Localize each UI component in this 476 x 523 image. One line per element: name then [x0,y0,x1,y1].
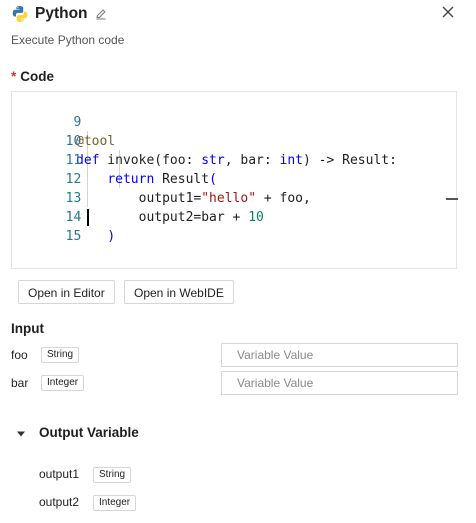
line-number: 15 [65,229,82,244]
input-section-label: Input [11,321,44,336]
code-editor[interactable]: 9 @tool 10 def invoke(foo: str, bar: int… [11,91,458,269]
line-number: 10 [65,134,82,149]
code-line: 11 return Result( [12,132,217,187]
output-section-label[interactable]: Output Variable [39,425,139,440]
type-badge: Integer [41,375,85,391]
bar-value-input[interactable] [221,371,458,395]
code-line: 13 output2=bar + 10 [12,170,264,225]
line-number: 14 [65,210,82,225]
code-line: 14 ) [12,189,115,244]
required-marker: * [11,69,17,84]
line-number: 9 [73,115,82,130]
code-text: @tool [76,134,116,149]
code-line: 9 @tool [12,94,115,149]
close-icon[interactable] [441,5,455,19]
code-label: Code [20,69,55,84]
code-text: ) [107,229,116,244]
caret-down-icon[interactable] [16,429,26,439]
code-text: def invoke(foo: str, bar: int) -> Result… [76,153,397,168]
foo-value-input[interactable] [221,343,458,367]
code-line: 12 output1="hello" + foo, [12,151,311,206]
type-badge: String [93,467,132,483]
code-line: 15 [12,208,82,244]
code-line: 10 def invoke(foo: str, bar: int) -> Res… [12,113,397,168]
overview-ruler-marker [446,198,458,200]
line-number: 11 [65,153,82,168]
output-var-name: output2 [39,495,80,509]
page-subtitle: Execute Python code [11,33,125,47]
code-text: return Result( [107,172,217,187]
code-text: output1="hello" + foo, [76,191,311,206]
code-section-label: * Code [11,69,54,84]
text-cursor [87,209,89,226]
open-in-editor-button[interactable]: Open in Editor [18,280,115,304]
code-text: output2=bar + 10 [76,210,264,225]
output-var-name: output1 [39,467,80,481]
type-badge: String [41,347,80,363]
line-number: 12 [65,172,82,187]
python-logo-icon [12,6,28,22]
page-title: Python [35,5,88,22]
open-in-webide-button[interactable]: Open in WebIDE [124,280,234,304]
line-number: 13 [65,191,82,206]
pencil-edit-icon[interactable] [95,8,107,20]
type-badge: Integer [93,495,137,511]
param-name: foo [11,348,28,362]
param-name: bar [11,376,29,390]
